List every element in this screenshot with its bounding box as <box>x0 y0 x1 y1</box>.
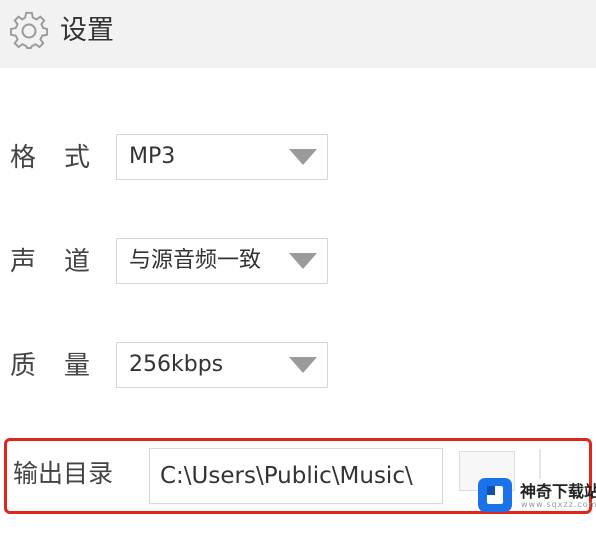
format-select-value: MP3 <box>129 144 176 169</box>
gear-icon <box>10 11 49 49</box>
channel-select[interactable]: 与源音频一致 <box>116 238 328 284</box>
watermark-logo <box>478 478 512 512</box>
format-label-char-2: 式 <box>64 143 91 173</box>
channel-label-char-2: 道 <box>64 247 91 277</box>
open-folder-button[interactable] <box>539 449 561 479</box>
page-title: 设置 <box>60 15 114 46</box>
chevron-down-icon <box>289 357 317 373</box>
settings-header: 设置 <box>0 0 596 68</box>
quality-select-value: 256kbps <box>129 352 224 377</box>
output-directory-label: 输出目录 <box>13 459 114 488</box>
watermark-url: www.sqxzz.com <box>521 500 596 509</box>
output-path-field[interactable]: C:\Users\Public\Music\ <box>149 448 443 504</box>
output-path-value: C:\Users\Public\Music\ <box>160 463 413 489</box>
watermark-logo-corner-icon <box>487 486 495 495</box>
quality-select[interactable]: 256kbps <box>116 342 328 388</box>
format-label-char-1: 格 <box>10 143 37 173</box>
chevron-down-icon <box>289 253 317 269</box>
format-select[interactable]: MP3 <box>116 134 328 180</box>
watermark-name: 神奇下载站 <box>520 482 596 501</box>
quality-label-char-2: 量 <box>64 351 91 381</box>
channel-label-char-1: 声 <box>10 247 37 277</box>
channel-select-value: 与源音频一致 <box>129 248 262 273</box>
chevron-down-icon <box>289 149 317 165</box>
quality-label-char-1: 质 <box>10 351 37 381</box>
